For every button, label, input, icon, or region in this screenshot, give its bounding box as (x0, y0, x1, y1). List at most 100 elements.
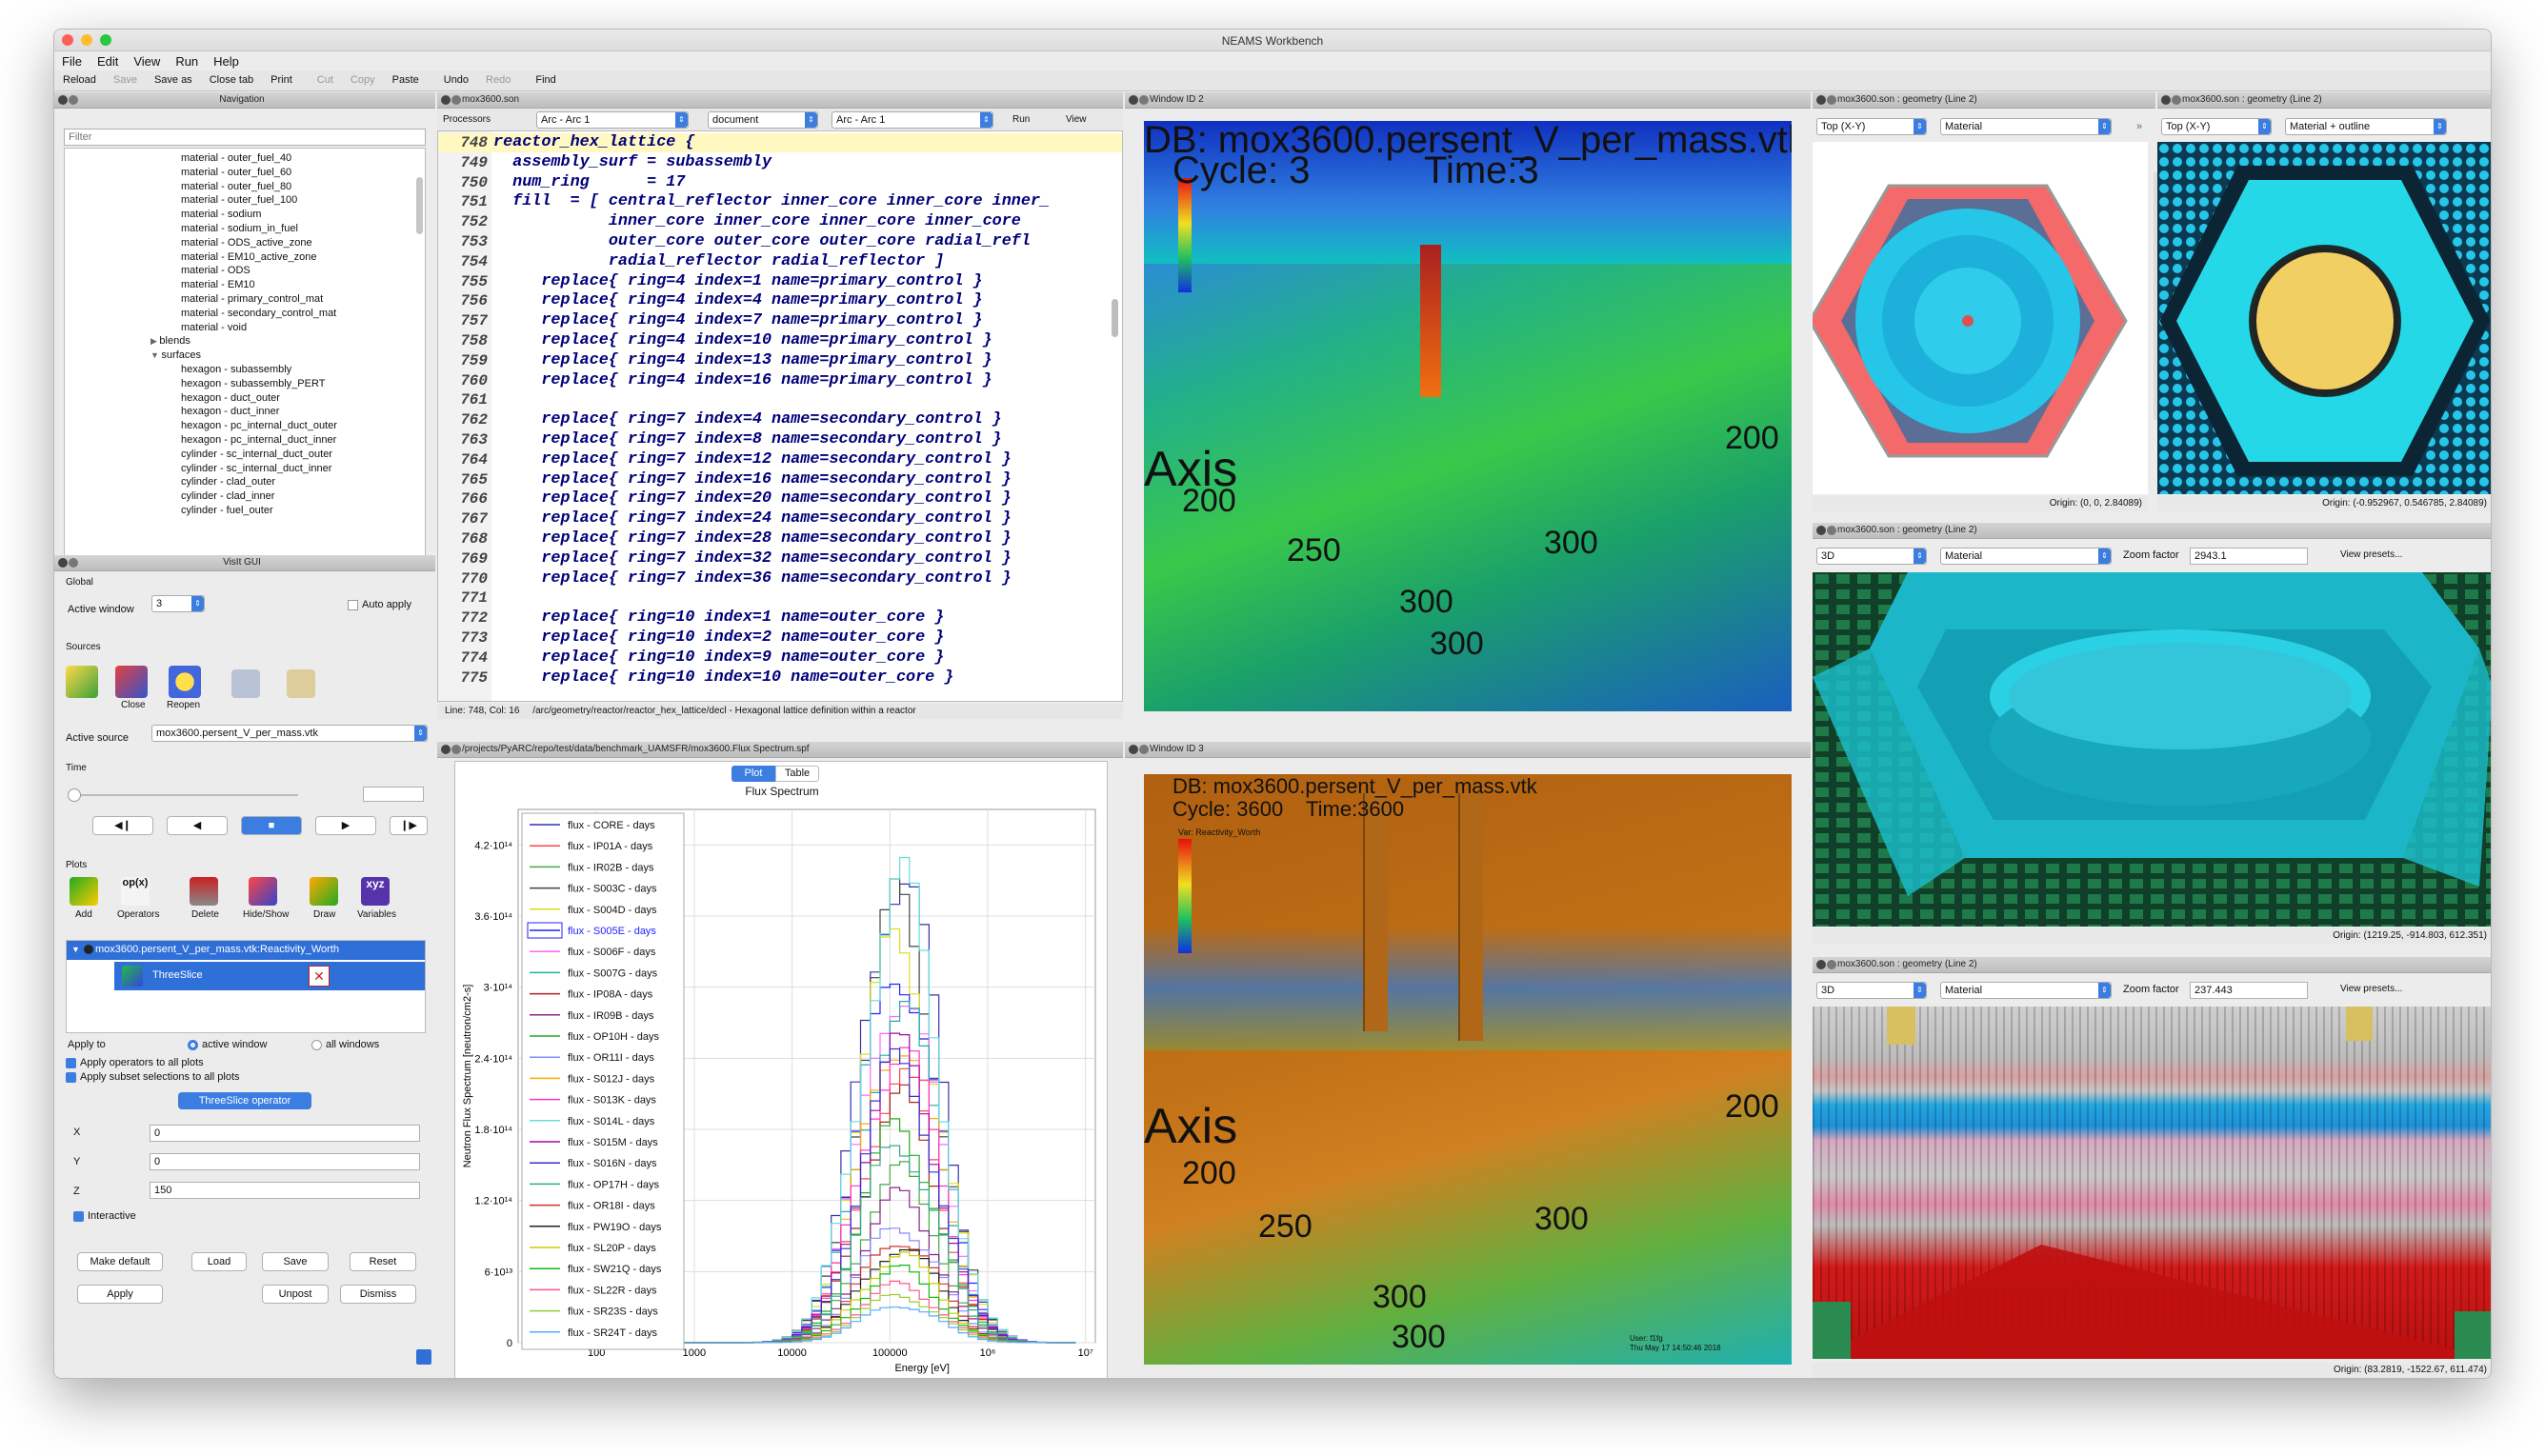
legend-entry[interactable]: flux - SL22R - days (568, 1285, 657, 1296)
tree-item[interactable]: material - ODS_active_zone (65, 237, 425, 251)
spectrum-tab[interactable]: /projects/PyARC/repo/test/data/benchmark… (437, 742, 1123, 758)
stop-button[interactable]: ■ (241, 816, 302, 835)
tree-scrollbar[interactable] (416, 177, 423, 234)
geo4-view-select[interactable]: 3D ⇕ (1816, 982, 1927, 999)
make-default-button[interactable]: Make default (77, 1252, 163, 1271)
overlay-source-icon[interactable] (287, 669, 315, 698)
interactive-checkbox[interactable]: Interactive (73, 1210, 136, 1222)
legend-entry[interactable]: flux - S007G - days (568, 967, 658, 979)
arc-select[interactable]: Arc - Arc 1 ⇕ (536, 111, 689, 129)
tree-item[interactable]: cylinder - sc_internal_duct_inner (65, 463, 425, 477)
save-button[interactable]: Save (105, 70, 146, 86)
legend-entry[interactable]: flux - IP08A - days (568, 989, 653, 1001)
code-line[interactable]: replace{ ring=10 index=1 name=outer_core… (493, 608, 1050, 628)
delete-plot-icon[interactable] (190, 877, 218, 906)
window2-render[interactable]: DB: mox3600.persent_V_per_mass.vtk Cycle… (1144, 121, 1792, 711)
legend-entry[interactable]: flux - PW19O - days (568, 1222, 662, 1233)
rewind-button[interactable]: ◀❙ (92, 816, 153, 835)
print-button[interactable]: Print (262, 70, 301, 86)
menu-run[interactable]: Run (168, 51, 206, 69)
geo4-tab[interactable]: mox3600.son : geometry (Line 2) (1813, 957, 2491, 973)
x-input[interactable]: 0 (150, 1125, 420, 1142)
flux-spectrum-chart[interactable]: 0 6·10¹³ 1.2·10¹⁴ 1.8·10¹⁴ 2.4·10¹⁴ 3·10¹⁴ 3.6… (455, 800, 1108, 1379)
code-line[interactable]: replace{ ring=7 index=16 name=secondary_… (493, 470, 1050, 490)
code-line[interactable]: replace{ ring=4 index=7 name=primary_con… (493, 311, 1050, 331)
code-line[interactable]: replace{ ring=10 index=2 name=outer_core… (493, 628, 1050, 648)
code-line[interactable]: outer_core outer_core outer_core radial_… (493, 232, 1050, 252)
code-line[interactable]: replace{ ring=10 index=9 name=outer_core… (493, 648, 1050, 668)
reload-button[interactable]: Reload (54, 70, 105, 86)
legend-entry[interactable]: flux - S012J - days (568, 1073, 655, 1085)
plot-tab[interactable]: Plot (731, 766, 775, 782)
document-select[interactable]: document ⇕ (708, 111, 818, 129)
operators-icon[interactable]: op(x) (121, 877, 150, 906)
tree-item[interactable]: hexagon - duct_inner (65, 406, 425, 420)
code-line[interactable]: replace{ ring=7 index=20 name=secondary_… (493, 489, 1050, 509)
chevron-down-icon[interactable]: ⇕ (1914, 119, 1926, 134)
navigation-filter-input[interactable] (64, 129, 426, 146)
remove-operator-icon[interactable]: ✕ (309, 966, 330, 987)
legend-entry[interactable]: flux - OP17H - days (568, 1179, 659, 1190)
geo2-tab[interactable]: mox3600.son : geometry (Line 2) (2157, 92, 2491, 109)
code-line[interactable]: replace{ ring=4 index=4 name=primary_con… (493, 291, 1050, 311)
tree-item[interactable]: material - secondary_control_mat (65, 308, 425, 322)
tree-item[interactable]: material - EM10_active_zone (65, 251, 425, 266)
draw-icon[interactable] (310, 877, 338, 906)
close-source-icon[interactable] (115, 666, 148, 698)
window3-tab[interactable]: Window ID 3 (1125, 742, 1811, 758)
code-line[interactable]: fill = [ central_reflector inner_core in… (493, 192, 1050, 212)
code-editor[interactable]: 748 749 750 751 752 753 754 755 756 757 758 759 760 7… (437, 130, 1123, 702)
menu-view[interactable]: View (126, 51, 168, 69)
code-line[interactable]: replace{ ring=4 index=10 name=primary_co… (493, 331, 1050, 351)
radio-selected-icon[interactable] (188, 1039, 198, 1050)
play-button[interactable]: ▶ (315, 816, 376, 835)
save-settings-button[interactable]: Save (262, 1252, 329, 1271)
operator-list-item[interactable]: ThreeSlice ✕ (114, 962, 425, 990)
code-lines[interactable]: reactor_hex_lattice { assembly_surf = su… (493, 133, 1050, 688)
code-line[interactable]: replace{ ring=7 index=36 name=secondary_… (493, 569, 1050, 589)
legend-entry[interactable]: flux - OR11I - days (568, 1052, 654, 1064)
geo4-color-select[interactable]: Material ⇕ (1940, 982, 2112, 999)
replace-source-icon[interactable] (231, 669, 260, 698)
plot-list[interactable]: ▼ mox3600.persent_V_per_mass.vtk:Reactivi… (66, 940, 426, 1033)
hide-show-icon[interactable] (249, 877, 277, 906)
window2-tab[interactable]: Window ID 2 (1125, 92, 1811, 109)
code-line[interactable]: reactor_hex_lattice { (493, 133, 1050, 153)
legend-entry[interactable]: flux - OR18I - days (568, 1201, 655, 1212)
active-window-spinner[interactable]: 3 ⇕ (151, 595, 205, 612)
chevron-down-icon[interactable]: ⇕ (2098, 548, 2111, 564)
menu-file[interactable]: File (54, 51, 90, 69)
book-icon[interactable] (416, 1349, 431, 1365)
legend-entry[interactable]: flux - SR23S - days (568, 1306, 658, 1318)
legend-entry[interactable]: flux - S015M - days (568, 1137, 658, 1148)
code-line[interactable]: radial_reflector radial_reflector ] (493, 252, 1050, 272)
step-back-button[interactable]: ◀ (167, 816, 228, 835)
apply-operators-checkbox[interactable]: Apply operators to all plots (66, 1057, 204, 1068)
apply-button[interactable]: Apply (77, 1285, 163, 1304)
code-line[interactable]: replace{ ring=4 index=1 name=primary_con… (493, 272, 1050, 292)
geo4-render[interactable] (1813, 1007, 2491, 1359)
tree-item[interactable]: material - outer_fuel_100 (65, 194, 425, 209)
tree-item-surfaces[interactable]: ▼ surfaces (65, 349, 425, 364)
collapse-icon[interactable]: ▼ (71, 945, 80, 954)
all-windows-radio[interactable]: all windows (311, 1039, 379, 1050)
menu-help[interactable]: Help (206, 51, 247, 69)
active-source-select[interactable]: mox3600.persent_V_per_mass.vtk ⇕ (151, 725, 428, 742)
legend-entry[interactable]: flux - IR02B - days (568, 862, 654, 873)
geo1-tab[interactable]: mox3600.son : geometry (Line 2) (1813, 92, 2155, 109)
radio-icon[interactable] (311, 1039, 322, 1050)
operator-tab[interactable]: ThreeSlice operator (178, 1092, 311, 1109)
legend-entry[interactable]: flux - IP01A - days (568, 841, 653, 852)
tree-item[interactable]: cylinder - clad_outer (65, 476, 425, 490)
chevron-down-icon[interactable]: ⇕ (2434, 119, 2446, 134)
geo3-color-select[interactable]: Material ⇕ (1940, 548, 2112, 565)
code-line[interactable]: replace{ ring=7 index=24 name=secondary_… (493, 509, 1050, 529)
checkbox-checked-icon[interactable] (73, 1210, 84, 1222)
table-tab[interactable]: Table (775, 766, 819, 782)
tree-item[interactable]: material - void (65, 322, 425, 336)
code-line[interactable]: replace{ ring=4 index=13 name=primary_co… (493, 351, 1050, 371)
checkbox-checked-icon[interactable] (66, 1071, 76, 1083)
run-menu[interactable]: Run (1012, 114, 1030, 125)
code-line[interactable]: replace{ ring=7 index=32 name=secondary_… (493, 549, 1050, 569)
window3-render[interactable]: Var: Reactivity_Worth DB: mox3600.persen… (1144, 774, 1792, 1365)
